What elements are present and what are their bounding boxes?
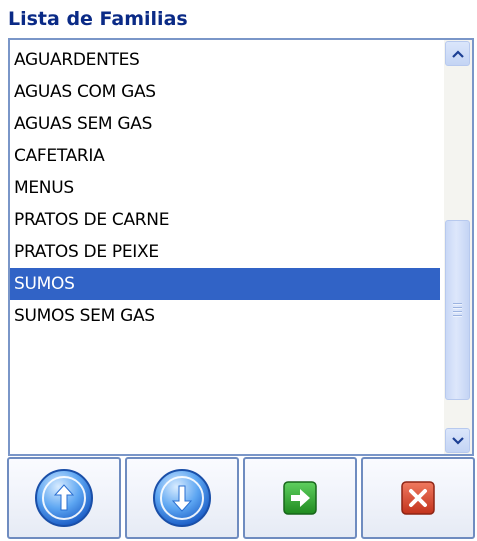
families-list: AGUARDENTES AGUAS COM GAS AGUAS SEM GAS … xyxy=(10,44,440,332)
page-title: Lista de Familias xyxy=(8,8,188,30)
scroll-down-button[interactable] xyxy=(445,428,470,453)
arrow-down-circle-icon xyxy=(153,469,211,527)
list-item[interactable]: SUMOS SEM GAS xyxy=(10,300,440,332)
list-item[interactable]: AGUARDENTES xyxy=(10,44,440,76)
scrollbar-thumb[interactable] xyxy=(445,220,470,400)
close-button[interactable] xyxy=(361,457,475,539)
move-up-button[interactable] xyxy=(7,457,121,539)
red-x-icon xyxy=(401,481,435,515)
list-item[interactable]: CAFETARIA xyxy=(10,140,440,172)
list-item[interactable]: AGUAS COM GAS xyxy=(10,76,440,108)
list-item[interactable]: AGUAS SEM GAS xyxy=(10,108,440,140)
vertical-scrollbar[interactable] xyxy=(444,40,472,454)
list-item[interactable]: PRATOS DE PEIXE xyxy=(10,236,440,268)
grip-icon xyxy=(453,301,462,319)
scroll-up-button[interactable] xyxy=(445,41,470,66)
chevron-down-icon xyxy=(451,436,464,445)
chevron-up-icon xyxy=(451,49,464,58)
list-item[interactable]: MENUS xyxy=(10,172,440,204)
list-item-selected[interactable]: SUMOS xyxy=(10,268,440,300)
green-arrow-right-icon xyxy=(283,481,317,515)
confirm-button[interactable] xyxy=(243,457,357,539)
families-listbox[interactable]: AGUARDENTES AGUAS COM GAS AGUAS SEM GAS … xyxy=(8,38,474,456)
list-item[interactable]: PRATOS DE CARNE xyxy=(10,204,440,236)
move-down-button[interactable] xyxy=(125,457,239,539)
action-toolbar xyxy=(7,457,475,541)
arrow-up-circle-icon xyxy=(35,469,93,527)
